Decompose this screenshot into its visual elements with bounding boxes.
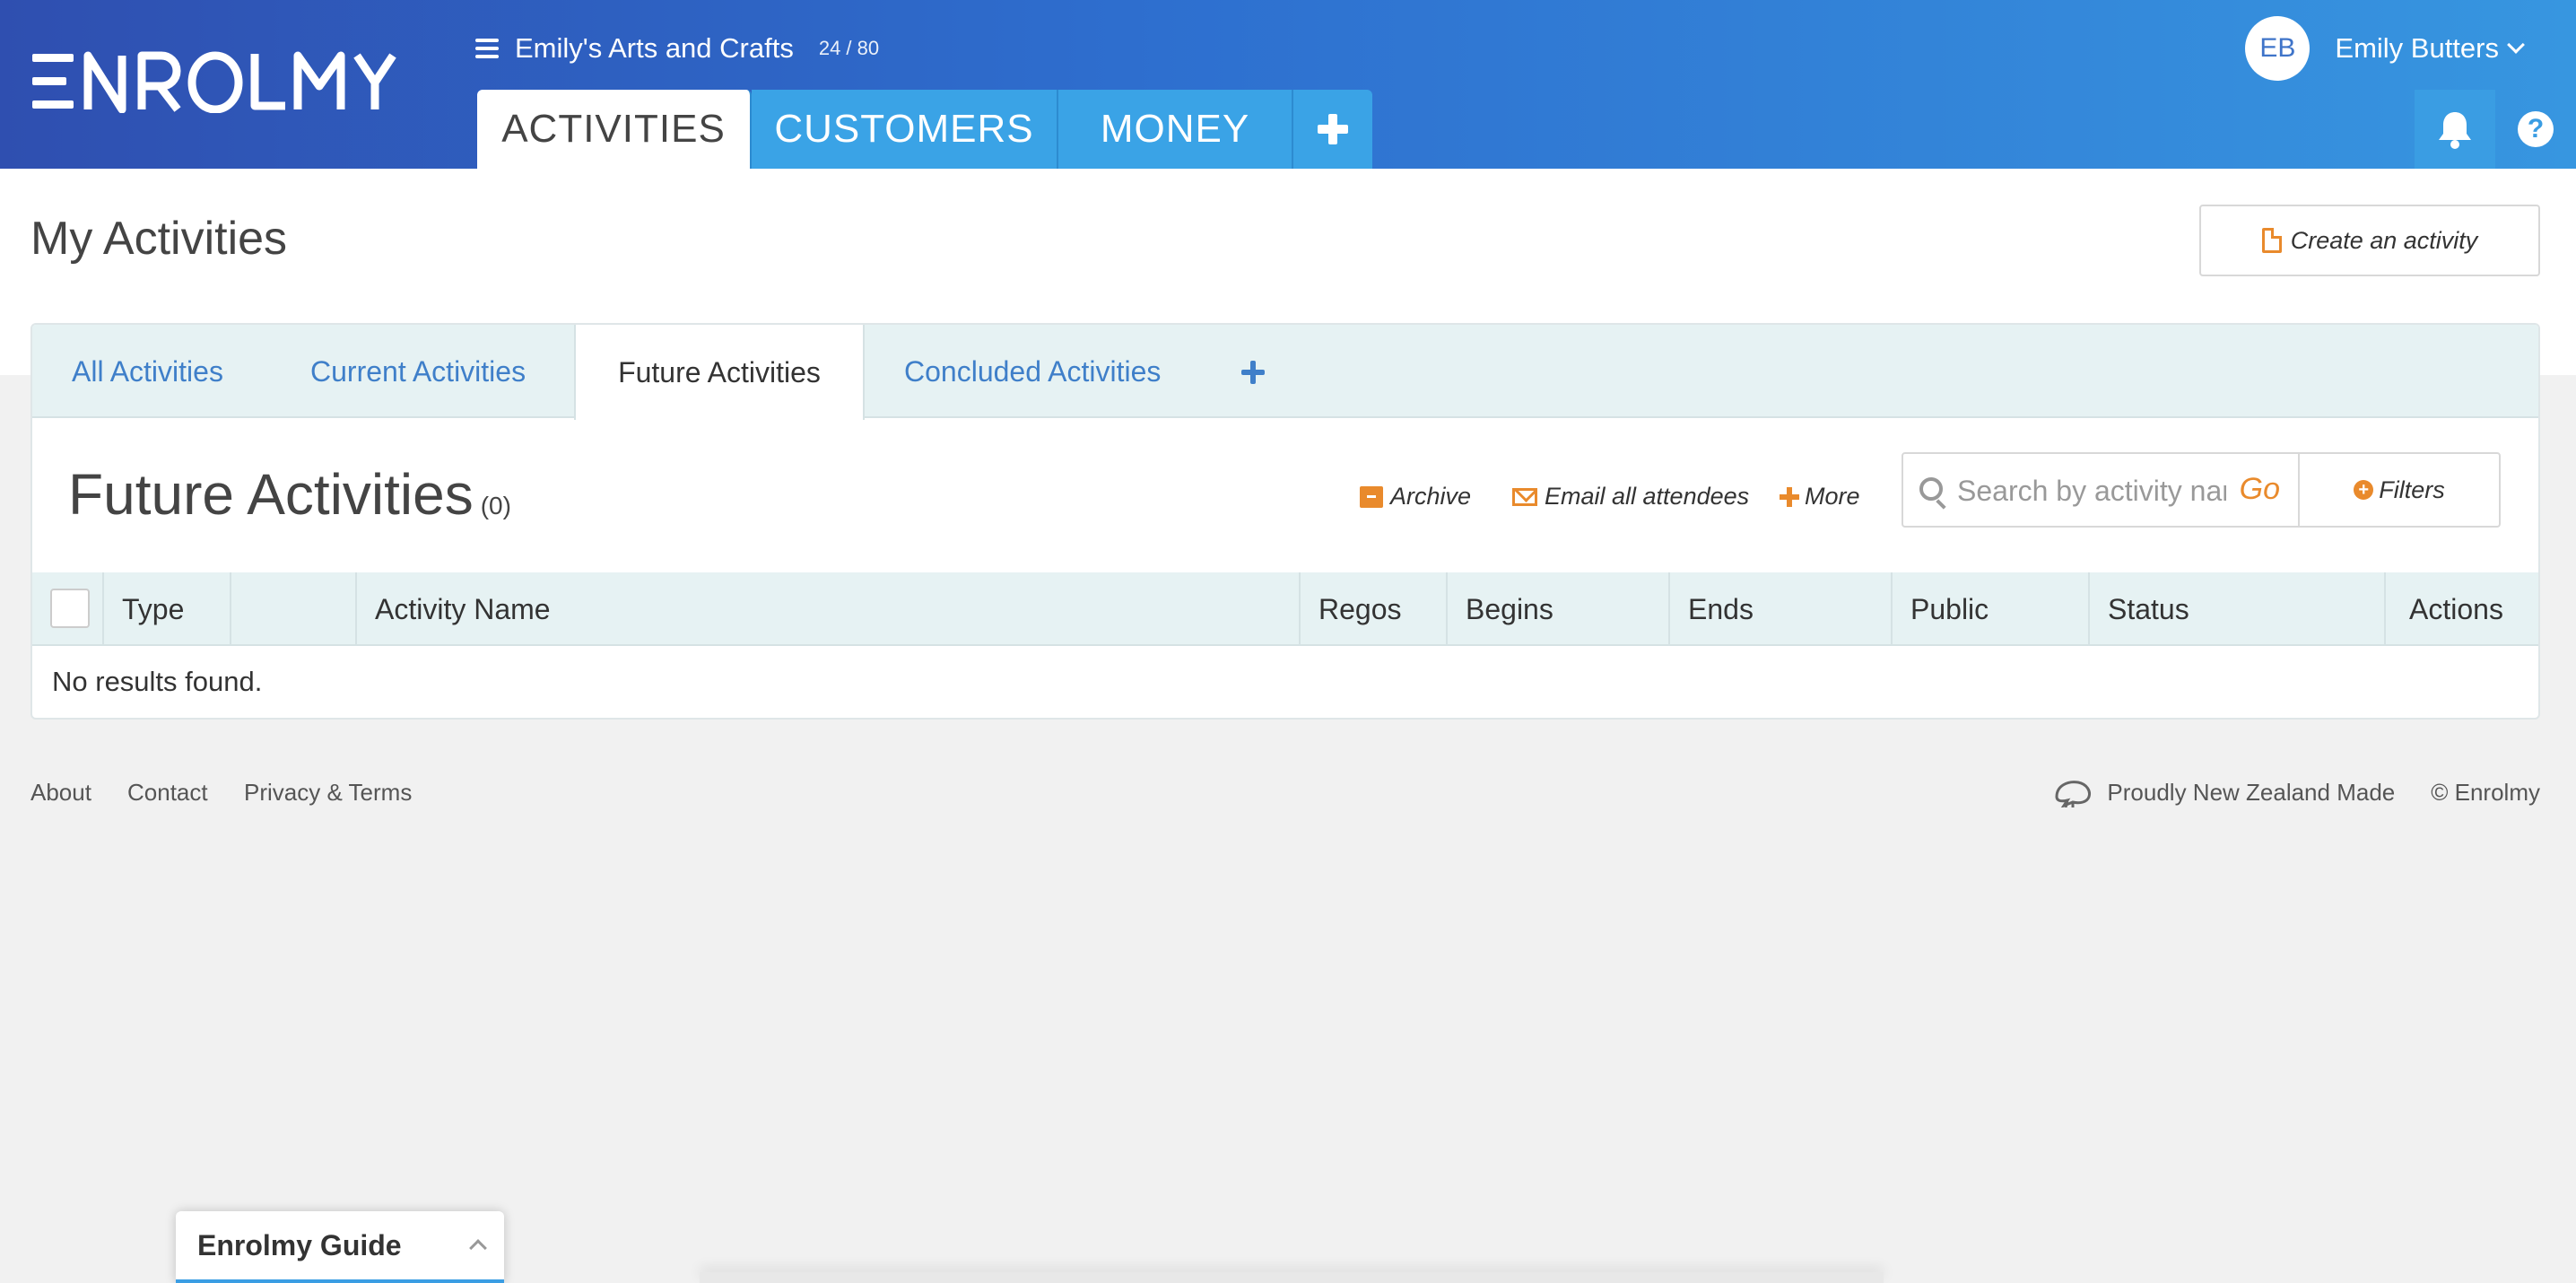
more-label: More [1805,483,1860,510]
tab-money[interactable]: MONEY [1058,90,1293,169]
create-activity-button[interactable]: Create an activity [2199,205,2540,276]
column-public[interactable]: Public [1893,572,2090,646]
email-all-attendees-button[interactable]: Email all attendees [1512,483,1749,511]
bell-icon [2439,112,2471,149]
tab-current-activities[interactable]: Current Activities [310,325,526,418]
add-tab-plus-icon[interactable] [1241,361,1265,384]
made-in-nz-text: Proudly New Zealand Made [2107,778,2396,806]
plus-icon [1780,486,1799,507]
help-button[interactable]: ? [2495,90,2576,169]
archive-button[interactable]: Archive [1360,483,1471,511]
hamburger-menu-icon[interactable] [475,39,499,58]
tab-customers[interactable]: CUSTOMERS [752,90,1058,169]
column-status[interactable]: Status [2090,572,2386,646]
column-actions: Actions [2409,592,2503,625]
tab-future-activities[interactable]: Future Activities [574,325,865,420]
enrolmy-logo[interactable] [32,50,400,113]
top-header: Emily's Arts and Crafts 24 / 80 ACTIVITI… [0,0,2576,169]
column-ends[interactable]: Ends [1670,572,1893,646]
table-header: Type Activity Name Regos Begins Ends Pub… [32,572,2538,646]
activities-panel: All Activities Current Activities Future… [30,323,2540,720]
document-icon [2261,228,2282,253]
empty-state-text: No results found. [52,666,263,697]
go-button[interactable]: Go [2240,472,2280,507]
copyright-text: © Enrolmy [2431,778,2540,806]
archive-label: Archive [1390,483,1472,510]
main-nav-tabs: ACTIVITIES CUSTOMERS MONEY [477,90,1372,169]
search-box: Go [1902,452,2300,528]
footer-link-about[interactable]: About [30,779,91,807]
chevron-up-icon[interactable] [469,1239,487,1257]
kiwi-icon [2055,781,2092,807]
header-icon-group: ? [2415,90,2576,169]
help-icon: ? [2518,111,2554,147]
column-type[interactable]: Type [104,572,231,646]
section-title: Future Activities (0) [68,461,511,528]
plus-circle-icon: + [2354,480,2374,500]
search-icon [1919,477,1943,501]
column-begins[interactable]: Begins [1448,572,1670,646]
guide-title: Enrolmy Guide [197,1229,402,1261]
page-title: My Activities [30,213,288,265]
tab-activities[interactable]: ACTIVITIES [477,90,752,169]
organisation-name[interactable]: Emily's Arts and Crafts [515,32,794,65]
select-all-cell [32,572,104,646]
email-all-label: Email all attendees [1545,483,1750,510]
footer-link-contact[interactable]: Contact [127,779,208,807]
search-input[interactable] [1957,470,2226,511]
create-activity-label: Create an activity [2290,226,2478,254]
tab-all-activities[interactable]: All Activities [72,325,223,418]
select-all-checkbox[interactable] [50,589,90,628]
filters-label: Filters [2379,476,2445,503]
more-button[interactable]: More [1780,483,1860,511]
column-blank [231,572,357,646]
chevron-down-icon[interactable] [2507,36,2525,54]
user-menu[interactable]: EB Emily Butters [2245,16,2525,81]
avatar[interactable]: EB [2245,16,2311,81]
enrolmy-guide-widget[interactable]: Enrolmy Guide [176,1211,504,1283]
notifications-button[interactable] [2415,90,2495,169]
activity-filter-tabs: All Activities Current Activities Future… [32,325,2538,420]
user-name[interactable]: Emily Butters [2335,32,2499,65]
organisation-switcher[interactable]: Emily's Arts and Crafts 24 / 80 [475,32,879,65]
footer-right: Proudly New Zealand Made © Enrolmy [2051,777,2540,807]
tab-add[interactable] [1293,90,1372,169]
result-count: (0) [480,492,511,519]
tab-concluded-activities[interactable]: Concluded Activities [904,325,1161,418]
footer-link-privacy[interactable]: Privacy & Terms [244,779,412,807]
plus-icon [1318,114,1348,144]
filters-button[interactable]: + Filters [2298,452,2501,528]
organisation-count: 24 / 80 [818,37,880,59]
envelope-icon [1512,487,1537,506]
column-activity-name[interactable]: Activity Name [357,572,1301,646]
column-regos[interactable]: Regos [1301,572,1448,646]
section-title-text: Future Activities [68,462,474,527]
bottom-shadow [700,1272,1884,1283]
archive-icon [1360,485,1383,508]
